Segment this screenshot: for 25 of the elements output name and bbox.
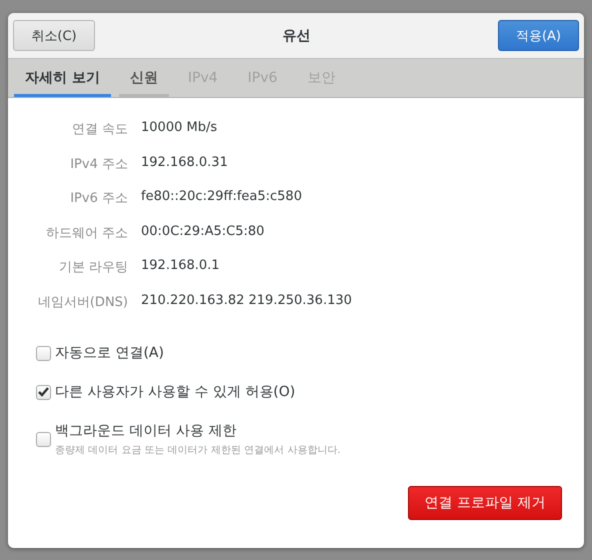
- detail-value: 192.168.0.1: [141, 258, 221, 275]
- detail-label: IPv6 주소: [69, 190, 128, 207]
- detail-value: 10000 Mb/s: [141, 120, 218, 137]
- detail-label: 네임서버(DNS): [36, 294, 128, 310]
- remove-profile-button[interactable]: 연결 프로파일 제거: [408, 486, 562, 520]
- detail-label: 하드웨어 주소: [44, 224, 128, 242]
- detail-value: 00:0C:29:A5:C5:80: [141, 224, 266, 240]
- cancel-button[interactable]: 취소(C): [13, 20, 95, 51]
- detail-label: IPv4 주소: [69, 156, 128, 172]
- detail-value: 192.168.0.31: [141, 154, 229, 172]
- checkbox[interactable]: [36, 432, 51, 446]
- detail-value: fe80::20c:29ff:fea5:c580: [141, 189, 303, 206]
- dialog-title: 유선: [282, 26, 312, 44]
- detail-label: 기본 라우팅: [58, 259, 128, 276]
- checkbox[interactable]: [36, 346, 51, 360]
- hint-text: 종량제 데이터 요금 또는 데이터가 제한된 연결에서 사용합니다.: [55, 444, 340, 456]
- checkbox-label[interactable]: 다른 사용자가 사용할 수 있게 허용(O): [55, 382, 296, 400]
- checkbox-label[interactable]: 백그라운드 데이터 사용 제한: [55, 422, 340, 440]
- detail-value: 210.220.163.82 219.250.36.130: [141, 292, 352, 310]
- detail-label: 연결 속도: [70, 121, 128, 138]
- tab[interactable]: 자세히 보기: [14, 59, 111, 97]
- checkbox[interactable]: [36, 384, 51, 400]
- checkbox-label[interactable]: 자동으로 연결(A): [55, 344, 164, 362]
- apply-button[interactable]: 적용(A): [498, 20, 579, 51]
- tab[interactable]: 신원: [118, 59, 169, 97]
